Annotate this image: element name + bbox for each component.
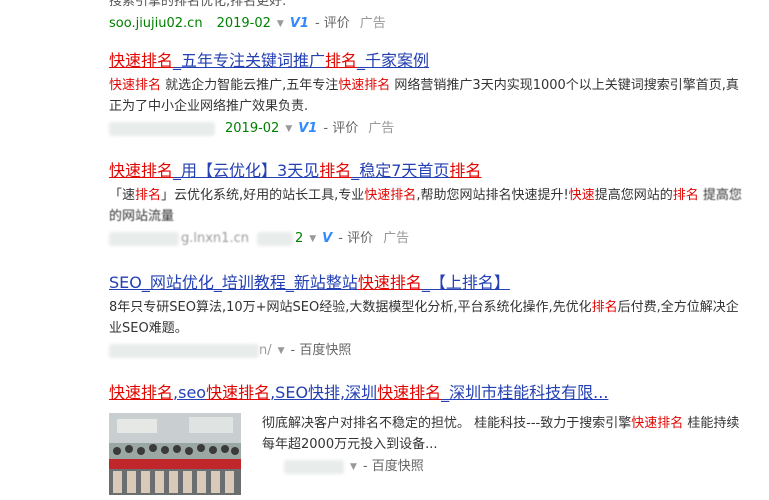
result-date: 2019-02 (225, 121, 280, 136)
result-thumbnail[interactable] (109, 413, 241, 495)
ad-label: 广告 (368, 121, 395, 136)
snapshot-link[interactable]: 百度快照 (299, 341, 351, 361)
search-result: 快速排名_用【云优化】3天见排名_稳定7天首页排名 「速排名」云优化系统,好用的… (109, 160, 749, 249)
url-redacted (109, 232, 179, 246)
date-redacted (256, 232, 293, 246)
verified-badge[interactable]: V1 (290, 14, 309, 34)
eval-link[interactable]: 评价 (347, 229, 373, 249)
result-title[interactable]: 快速排名_五年专注关键词推广排名_千家案例 (109, 50, 749, 72)
result-meta: 2019-02 ▼ V1 - 评价 广告 (109, 119, 749, 139)
eval-link[interactable]: 评价 (324, 14, 350, 34)
result-abstract: 「速排名」云优化系统,好用的站长工具,专业快速排名,帮助您网站排名快速提升!快速… (109, 188, 742, 224)
result-abstract: 快速排名 就选企力智能云推广,五年专注快速排名 网络营销推广3天内实现1000个… (109, 78, 739, 114)
search-result: 快速排名,seo快速排名,SEO快排,深圳快速排名_深圳市桂能科技有限... (109, 382, 749, 404)
result-url[interactable]: g.lnxn1.cn (181, 229, 249, 249)
result-date: 2 (294, 231, 304, 246)
result-meta: ▼ - 百度快照 (262, 457, 752, 477)
result-date: 2019-02 (216, 16, 271, 31)
result-meta: g.lnxn1.cn 2 ▼ V - 评价 广告 (109, 229, 749, 249)
search-result: SEO_网站优化_培训教程_新站整站快速排名_【上排名】 8年只专研SEO算法,… (109, 272, 749, 361)
result-abstract: 8年只专研SEO算法,10万+网站SEO经验,大数据模型化分析,平台系统化操作,… (109, 300, 739, 336)
result-meta: soo.jiujiu02.cn 2019-02 ▼ V1 - 评价 广告 (109, 14, 749, 34)
result-url[interactable]: n/ (259, 341, 272, 361)
chevron-down-icon[interactable]: ▼ (309, 229, 316, 249)
result-abstract: 搜索引擎的排名优化,排名更好. (109, 0, 287, 9)
search-result: 快速排名_五年专注关键词推广排名_千家案例 快速排名 就选企力智能云推广,五年专… (109, 50, 749, 139)
chevron-down-icon[interactable]: ▼ (285, 119, 292, 139)
eval-link[interactable]: 评价 (332, 119, 358, 139)
result-title[interactable]: 快速排名_用【云优化】3天见排名_稳定7天首页排名 (109, 160, 749, 182)
result-abstract: 彻底解决客户对排名不稳定的担忧。 桂能科技---致力于搜索引擎快速排名 桂能持续… (262, 416, 740, 452)
result-title[interactable]: 快速排名,seo快速排名,SEO快排,深圳快速排名_深圳市桂能科技有限... (109, 382, 749, 404)
search-result: 搜索引擎的排名优化,排名更好. soo.jiujiu02.cn 2019-02 … (109, 0, 749, 34)
ad-label: 广告 (359, 16, 386, 31)
verified-badge[interactable]: V (322, 229, 332, 249)
url-redacted (109, 122, 215, 136)
chevron-down-icon[interactable]: ▼ (277, 14, 284, 34)
team-photo-image (109, 413, 241, 495)
verified-badge[interactable]: V1 (298, 119, 317, 139)
chevron-down-icon[interactable]: ▼ (350, 457, 357, 477)
result-meta: n/ ▼ - 百度快照 (109, 341, 749, 361)
url-redacted (109, 344, 259, 358)
result-url[interactable]: soo.jiujiu02.cn (109, 14, 203, 34)
result-title[interactable]: SEO_网站优化_培训教程_新站整站快速排名_【上排名】 (109, 272, 749, 294)
ad-label: 广告 (383, 231, 410, 246)
url-redacted (284, 460, 344, 474)
chevron-down-icon[interactable]: ▼ (278, 341, 285, 361)
snapshot-link[interactable]: 百度快照 (372, 457, 424, 477)
result-body: 彻底解决客户对排名不稳定的担忧。 桂能科技---致力于搜索引擎快速排名 桂能持续… (262, 413, 752, 477)
